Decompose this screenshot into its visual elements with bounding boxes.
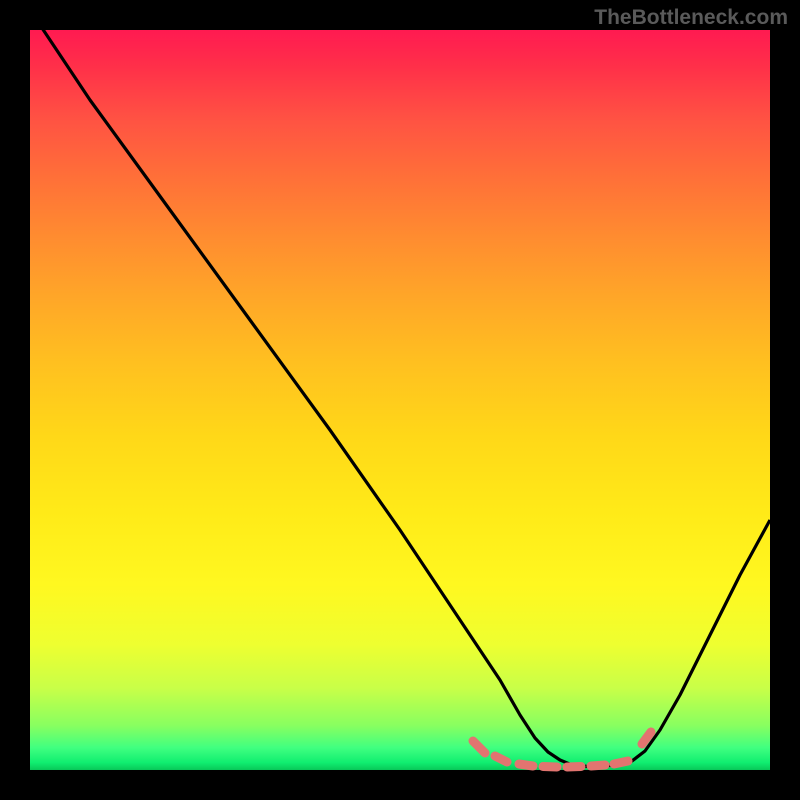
marker-dash	[473, 741, 485, 753]
marker-dash	[495, 756, 507, 762]
plot-area	[30, 30, 770, 770]
chart-container: TheBottleneck.com	[0, 0, 800, 800]
marker-dash	[614, 761, 628, 764]
marker-dash	[567, 767, 581, 768]
marker-dash	[519, 764, 533, 766]
marker-dash	[543, 767, 557, 768]
bottleneck-curve	[40, 25, 770, 767]
marker-dash	[591, 765, 605, 766]
watermark-text: TheBottleneck.com	[594, 6, 788, 30]
curve-svg	[30, 30, 770, 770]
